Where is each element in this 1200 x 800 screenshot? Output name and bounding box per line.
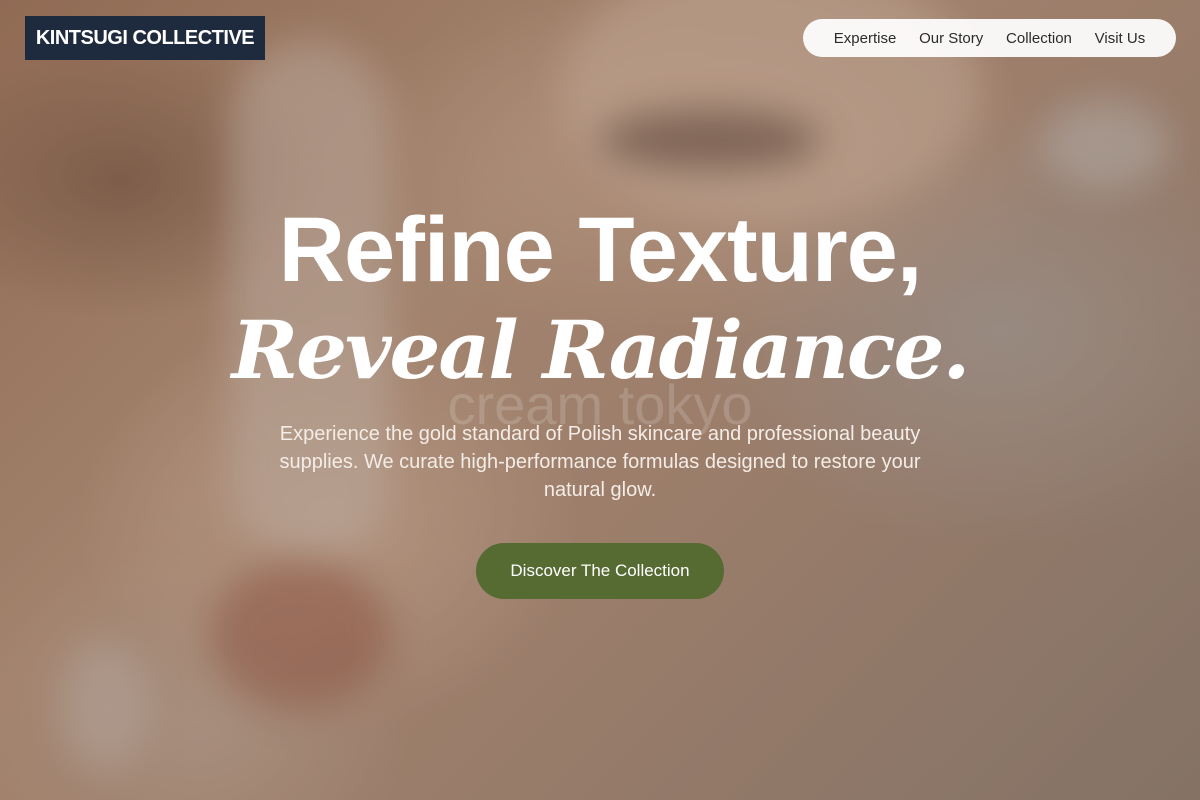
nav-item-our-story[interactable]: Our Story [919, 30, 983, 47]
nav-item-collection[interactable]: Collection [1006, 30, 1072, 47]
headline-line-2: Reveal Radiance. [231, 303, 971, 397]
nav-item-expertise[interactable]: Expertise [834, 30, 897, 47]
hero-headline: Refine Texture, Reveal Radiance. [0, 198, 1200, 398]
main-nav: Expertise Our Story Collection Visit Us [803, 19, 1176, 57]
hero-section: KINTSUGI COLLECTIVE Expertise Our Story … [0, 0, 1200, 800]
headline-line-1: Refine Texture, [278, 199, 923, 301]
nav-item-visit-us[interactable]: Visit Us [1095, 30, 1146, 47]
discover-collection-button[interactable]: Discover The Collection [476, 543, 724, 599]
hero-subtitle: Experience the gold standard of Polish s… [279, 423, 921, 501]
brand-logo[interactable]: KINTSUGI COLLECTIVE [25, 16, 265, 60]
